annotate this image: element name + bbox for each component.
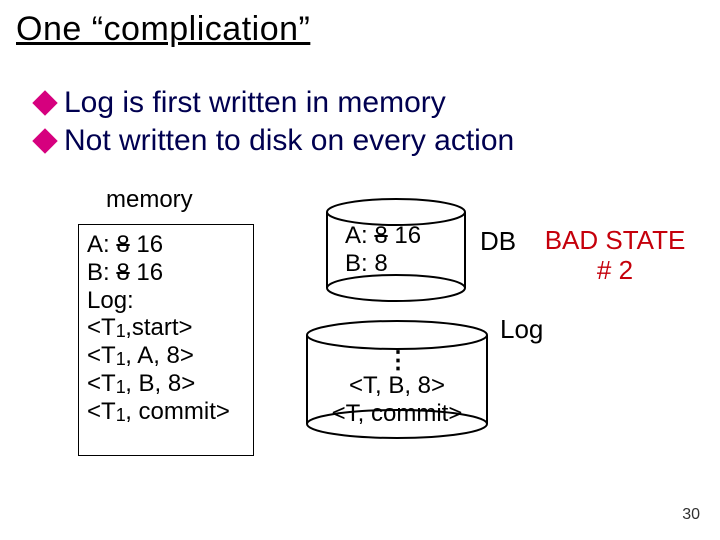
memory-line-a: A: 8 16 xyxy=(87,231,245,259)
diamond-icon xyxy=(32,128,57,153)
mem-a-new: 16 xyxy=(136,231,163,258)
db-content: A: 8 16 B: 8 xyxy=(325,222,505,277)
bullet-text: Not written to disk on every action xyxy=(64,124,514,158)
memory-log-label: Log: xyxy=(87,287,245,315)
db-cylinder: A: 8 16 B: 8 xyxy=(325,198,467,303)
page-number: 30 xyxy=(682,506,700,524)
db-a-prefix: A: xyxy=(345,222,368,249)
diamond-icon xyxy=(32,90,57,115)
memory-log-entry: <T1, commit> xyxy=(87,398,245,426)
bad-state-line1: BAD STATE xyxy=(530,226,700,256)
log-disk-entry: <T, commit> xyxy=(305,400,489,428)
mem-a-prefix: A: xyxy=(87,231,110,258)
db-label: DB xyxy=(480,226,516,257)
bullet-list: Log is first written in memory Not writt… xyxy=(36,86,514,162)
bullet-item: Log is first written in memory xyxy=(36,86,514,120)
memory-box: A: 8 16 B: 8 16 Log: <T1,start> <T1, A, … xyxy=(78,224,254,456)
mem-b-prefix: B: xyxy=(87,259,110,286)
log-content: ⋮ <T, B, 8> <T, commit> xyxy=(305,354,489,428)
mem-b-old: 8 xyxy=(116,259,129,286)
mem-b-new: 16 xyxy=(136,259,163,286)
log-disk-entry: <T, B, 8> xyxy=(305,372,489,400)
bullet-item: Not written to disk on every action xyxy=(36,124,514,158)
log-label: Log xyxy=(500,314,543,345)
memory-log-entry: <T1, B, 8> xyxy=(87,370,245,398)
memory-log-entry: <T1, A, 8> xyxy=(87,342,245,370)
db-a-new: 16 xyxy=(394,222,421,249)
memory-log-entry: <T1,start> xyxy=(87,314,245,342)
bullet-text: Log is first written in memory xyxy=(64,86,446,120)
mem-a-old: 8 xyxy=(116,231,129,258)
vertical-ellipsis-icon: ⋮ xyxy=(305,354,489,368)
db-a-old: 8 xyxy=(374,222,387,249)
log-cylinder: ⋮ <T, B, 8> <T, commit> xyxy=(305,320,489,440)
bad-state-line2: # 2 xyxy=(530,256,700,286)
bad-state-callout: BAD STATE # 2 xyxy=(530,226,700,286)
slide-title: One “complication” xyxy=(16,10,310,49)
memory-line-b: B: 8 16 xyxy=(87,259,245,287)
memory-label: memory xyxy=(106,186,193,214)
